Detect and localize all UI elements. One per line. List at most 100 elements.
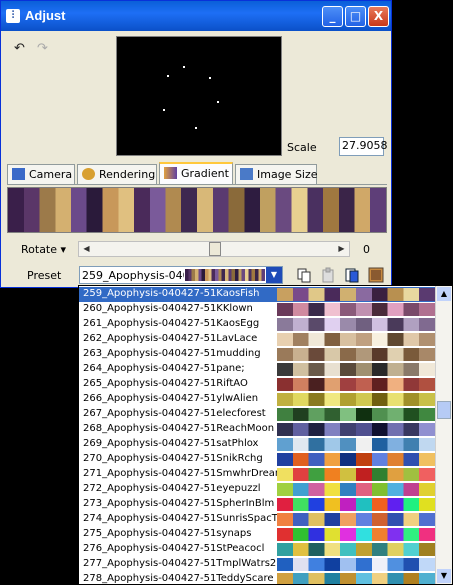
list-item-label: 276_Apophysis-040427-51StPeacocl	[83, 543, 265, 554]
tab-label: Gradient	[181, 167, 229, 180]
redo-icon[interactable]: ↷	[37, 41, 48, 56]
list-item[interactable]: 278_Apophysis-040427-51TeddyScare	[79, 572, 437, 584]
preview-dot	[163, 109, 165, 111]
preview-dot	[167, 75, 169, 77]
list-item[interactable]: 268_Apophysis-040427-51ReachMoon	[79, 422, 437, 437]
gradient-edit-icon[interactable]	[368, 267, 384, 283]
list-item-gradient-swatch	[277, 303, 435, 316]
title-bar[interactable]: ⫶ Adjust _ □ X	[1, 1, 391, 31]
list-item[interactable]: 260_Apophysis-040427-51KKlown	[79, 302, 437, 317]
list-item[interactable]: 269_Apophysis-040427-51satPhlox	[79, 437, 437, 452]
tab-label: Image Size	[257, 168, 318, 181]
adjust-window: ⫶ Adjust _ □ X ↶ ↷ Scale 27.9058 Camera …	[0, 0, 392, 288]
list-item-label: 266_Apophysis-040427-51ylwAlien	[83, 393, 259, 404]
rotate-slider[interactable]: ◀ ▶	[78, 241, 350, 257]
scroll-right-icon[interactable]: ▶	[335, 243, 348, 255]
tab-gradient[interactable]: Gradient	[159, 162, 233, 185]
list-item-label: 260_Apophysis-040427-51KKlown	[83, 303, 253, 314]
gradient-icon	[164, 167, 177, 179]
list-item[interactable]: 272_Apophysis-040427-51eyepuzzl	[79, 482, 437, 497]
preset-dropdown-list[interactable]: 259_Apophysis-040427-51KaosFish 260_Apoph…	[78, 285, 453, 585]
scroll-down-icon[interactable]: ▼	[437, 569, 451, 583]
dropdown-scrollbar[interactable]: ▲ ▼	[435, 286, 452, 584]
list-item-gradient-swatch	[277, 558, 435, 571]
rotate-label: Rotate	[21, 243, 58, 256]
list-item[interactable]: 276_Apophysis-040427-51StPeacocl	[79, 542, 437, 557]
list-item-label: 270_Apophysis-040427-51SnikRchg	[83, 453, 263, 464]
scroll-thumb[interactable]	[437, 401, 451, 419]
save-icon[interactable]	[344, 267, 360, 283]
gradient-bar[interactable]	[7, 187, 387, 233]
list-item[interactable]: 274_Apophysis-040427-51SunrisSpacTime	[79, 512, 437, 527]
list-item[interactable]: 270_Apophysis-040427-51SnikRchg	[79, 452, 437, 467]
image-size-icon	[240, 168, 253, 180]
list-item[interactable]: 264_Apophysis-040427-51pane;	[79, 362, 437, 377]
list-item-gradient-swatch	[277, 438, 435, 451]
rotate-menu[interactable]: Rotate ▾	[21, 243, 66, 256]
list-item-label: 277_Apophysis-040427-51TmplWatrs2	[83, 558, 277, 569]
chevron-down-icon[interactable]: ▼	[266, 267, 282, 283]
adjust-app-icon: ⫶	[6, 9, 20, 23]
list-item[interactable]: 273_Apophysis-040427-51SpherInBlm	[79, 497, 437, 512]
minimize-button[interactable]: _	[322, 6, 343, 27]
list-item-gradient-swatch	[277, 513, 435, 526]
scale-label: Scale	[287, 141, 317, 154]
list-item-gradient-swatch	[277, 468, 435, 481]
list-item-label: 259_Apophysis-040427-51KaosFish	[83, 288, 260, 299]
list-item[interactable]: 265_Apophysis-040427-51RiftAO	[79, 377, 437, 392]
list-item-gradient-swatch	[277, 348, 435, 361]
list-item[interactable]: 262_Apophysis-040427-51LavLace	[79, 332, 437, 347]
list-item[interactable]: 267_Apophysis-040427-51elecforest	[79, 407, 437, 422]
list-item-label: 261_Apophysis-040427-51KaosEgg	[83, 318, 260, 329]
scroll-up-icon[interactable]: ▲	[437, 287, 451, 301]
preset-value: 259_Apophysis-040427-51KaosFish	[82, 269, 184, 282]
list-item-gradient-swatch	[277, 483, 435, 496]
undo-icon[interactable]: ↶	[14, 41, 25, 56]
list-item[interactable]: 259_Apophysis-040427-51KaosFish	[79, 287, 437, 302]
chevron-down-icon: ▾	[60, 243, 67, 256]
copy-icon[interactable]	[296, 267, 312, 283]
list-item-gradient-swatch	[277, 393, 435, 406]
list-item[interactable]: 261_Apophysis-040427-51KaosEgg	[79, 317, 437, 332]
scroll-left-icon[interactable]: ◀	[80, 243, 93, 255]
list-item-label: 262_Apophysis-040427-51LavLace	[83, 333, 258, 344]
scale-input[interactable]: 27.9058	[339, 137, 388, 156]
close-button[interactable]: X	[368, 6, 389, 27]
preset-label: Preset	[27, 269, 62, 282]
list-item[interactable]: 266_Apophysis-040427-51ylwAlien	[79, 392, 437, 407]
list-item-gradient-swatch	[277, 333, 435, 346]
list-item-label: 267_Apophysis-040427-51elecforest	[83, 408, 266, 419]
preview-dot	[195, 127, 197, 129]
list-item-gradient-swatch	[277, 318, 435, 331]
list-item-gradient-swatch	[277, 543, 435, 556]
list-item-gradient-swatch	[277, 408, 435, 421]
rendering-icon	[82, 168, 95, 180]
list-item-label: 272_Apophysis-040427-51eyepuzzl	[83, 483, 261, 494]
preview-dot	[217, 101, 219, 103]
list-item-gradient-swatch	[277, 498, 435, 511]
slider-thumb[interactable]	[209, 242, 221, 256]
list-item-gradient-swatch	[277, 573, 435, 584]
list-item-label: 265_Apophysis-040427-51RiftAO	[83, 378, 248, 389]
paste-icon[interactable]	[320, 267, 336, 283]
preset-combo[interactable]: 259_Apophysis-040427-51KaosFish ▼	[79, 266, 283, 284]
preview-dot	[183, 66, 185, 68]
list-item[interactable]: 263_Apophysis-040427-51mudding	[79, 347, 437, 362]
window-title: Adjust	[25, 8, 66, 23]
list-item[interactable]: 271_Apophysis-040427-51SmwhrDream	[79, 467, 437, 482]
preview-dot	[209, 77, 211, 79]
list-item-gradient-swatch	[277, 453, 435, 466]
tab-image-size[interactable]: Image Size	[235, 164, 318, 184]
flame-preview[interactable]	[116, 36, 282, 156]
list-item-label: 269_Apophysis-040427-51satPhlox	[83, 438, 259, 449]
tab-camera[interactable]: Camera	[7, 164, 75, 184]
rotate-value: 0	[363, 243, 370, 256]
tab-rendering[interactable]: Rendering	[77, 164, 157, 184]
list-item-gradient-swatch	[277, 288, 435, 301]
list-item[interactable]: 275_Apophysis-040427-51synaps	[79, 527, 437, 542]
list-item-label: 275_Apophysis-040427-51synaps	[83, 528, 252, 539]
list-item-gradient-swatch	[277, 363, 435, 376]
list-item[interactable]: 277_Apophysis-040427-51TmplWatrs2	[79, 557, 437, 572]
maximize-button[interactable]: □	[345, 6, 366, 27]
list-item-label: 268_Apophysis-040427-51ReachMoon	[83, 423, 275, 434]
